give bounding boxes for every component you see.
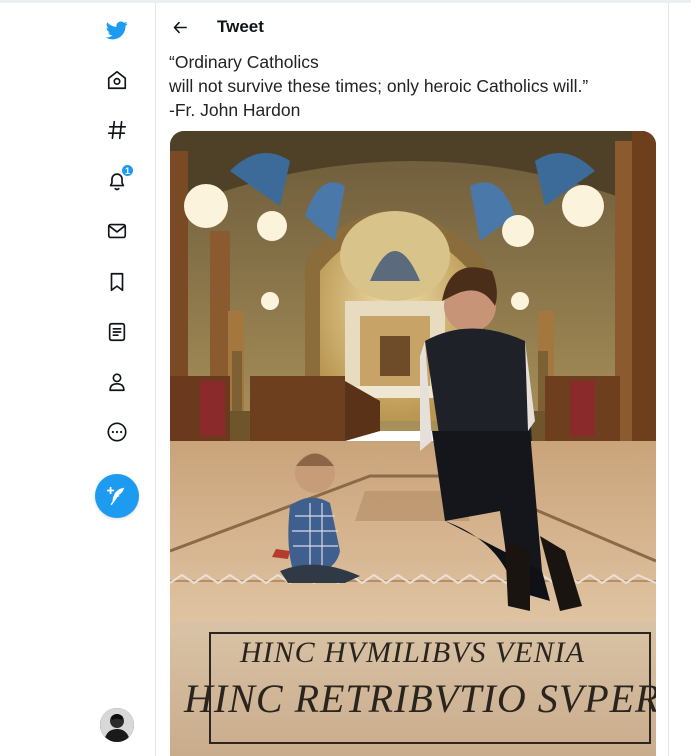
bell-icon[interactable]: 1 [104, 164, 134, 194]
arrow-left-icon[interactable] [170, 17, 190, 37]
sidebar-nav: 1 [0, 3, 155, 756]
column-divider-right [668, 3, 669, 756]
home-icon[interactable] [104, 67, 130, 93]
tweet-photo[interactable]: HINC HVMILIBVS VENIA HINC RETRIBVTIO SVP… [170, 131, 656, 756]
person-icon[interactable] [104, 369, 130, 395]
feather-plus-icon [106, 486, 125, 505]
hashtag-icon[interactable] [104, 117, 130, 143]
twitter-bird-icon[interactable] [104, 17, 130, 43]
page-title: Tweet [217, 17, 264, 36]
inscription-line-1: HINC HVMILIBVS VENIA [239, 636, 585, 669]
inscription-line-2: HINC RETRIBVTIO SVPERBIS [183, 676, 656, 721]
tweet-text: “Ordinary Catholics will not survive the… [169, 50, 664, 122]
compose-tweet-button[interactable] [95, 474, 139, 518]
more-circle-icon[interactable] [104, 419, 130, 445]
tweet-text-line: will not survive these times; only heroi… [169, 76, 589, 96]
avatar-icon[interactable] [100, 708, 134, 742]
tweet-text-line: -Fr. John Hardon [169, 100, 301, 120]
envelope-icon[interactable] [104, 218, 130, 244]
tweet-header: Tweet [156, 3, 668, 49]
bookmark-icon[interactable] [104, 269, 130, 295]
tweet-text-line: “Ordinary Catholics [169, 52, 319, 72]
column-divider-left [155, 3, 156, 756]
list-icon[interactable] [104, 319, 130, 345]
notification-badge: 1 [121, 164, 134, 177]
